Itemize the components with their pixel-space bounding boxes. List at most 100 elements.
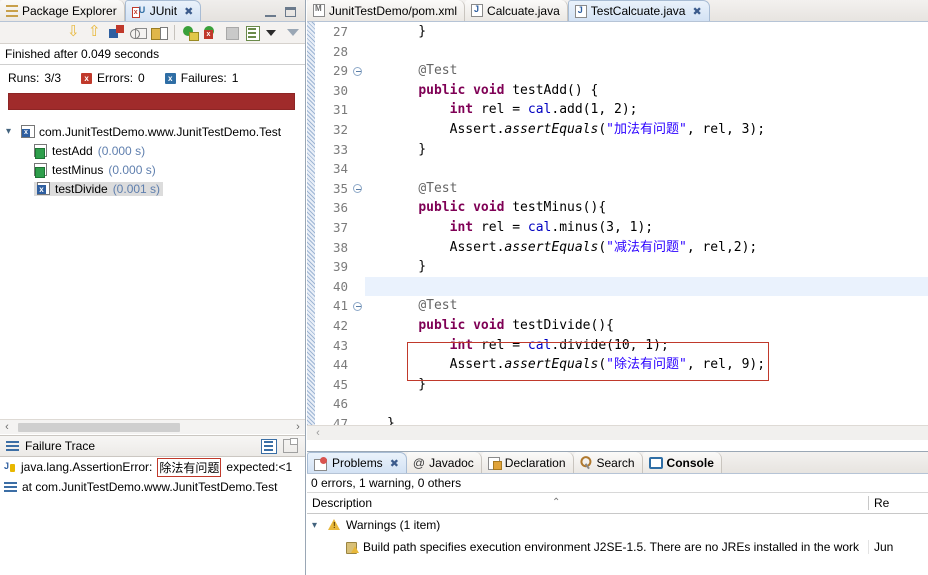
fold-collapse-icon[interactable]	[353, 184, 362, 194]
code-text[interactable]: } @Test public void testAdd() { int rel …	[365, 22, 928, 425]
tab-console[interactable]: Console	[642, 452, 722, 473]
code-line[interactable]: }	[365, 257, 928, 277]
code-line[interactable]: }	[365, 140, 928, 160]
arrow-up-icon[interactable]	[88, 22, 104, 41]
caret-down-icon[interactable]	[266, 29, 276, 36]
lock-icon[interactable]	[151, 25, 168, 41]
table-row[interactable]: ▾ Warnings (1 item)	[307, 514, 928, 536]
arrow-down-icon[interactable]	[67, 22, 83, 41]
caret-open-icon[interactable]	[287, 29, 299, 36]
code-token: testMinus(){	[512, 200, 607, 216]
tab-declaration[interactable]: Declaration	[481, 452, 574, 473]
code-token: (	[598, 121, 607, 137]
tab-javadoc[interactable]: @ Javadoc	[406, 452, 482, 473]
code-line[interactable]: int rel = cal.divide(10, 1);	[365, 336, 928, 356]
scroll-left-icon[interactable]: ‹	[307, 427, 329, 439]
code-line[interactable]: Assert.assertEquals("除法有问题", rel, 9);	[365, 355, 928, 375]
line-number: 30	[332, 82, 348, 98]
code-line[interactable]: public void testAdd() {	[365, 81, 928, 101]
filter-stack-icon[interactable]	[261, 438, 277, 454]
code-token: , rel,2);	[686, 239, 758, 255]
tree-item-label: testMinus	[52, 162, 104, 177]
close-icon[interactable]: ✖	[692, 5, 701, 18]
line-number: 44	[332, 357, 348, 373]
tab-label: Console	[666, 455, 714, 470]
column-header-description[interactable]: Description ⌃	[307, 496, 868, 510]
failure-trace-row[interactable]: at com.JunitTestDemo.www.JunitTestDemo.T…	[0, 477, 305, 497]
fold-marker	[353, 355, 365, 375]
code-line[interactable]: @Test	[365, 296, 928, 316]
rerun-failed-icon[interactable]	[203, 25, 219, 41]
stop-icon[interactable]	[224, 25, 240, 41]
code-line[interactable]	[365, 394, 928, 414]
code-token: @Test	[418, 298, 458, 314]
line-number: 33	[332, 141, 348, 157]
folding-ruler[interactable]	[353, 22, 365, 425]
tree-item-testAdd[interactable]: testAdd (0.000 s)	[0, 141, 305, 160]
tab-pom-xml[interactable]: JunitTestDemo/pom.xml	[307, 0, 466, 21]
column-header-resource[interactable]: Re	[868, 496, 928, 510]
tab-problems[interactable]: Problems ✖	[307, 452, 407, 473]
editor-hscrollbar[interactable]: ‹	[307, 425, 928, 440]
maximize-icon[interactable]	[285, 7, 296, 17]
editor-area: JunitTestDemo/pom.xml Calcuate.java Test…	[307, 0, 928, 575]
code-line[interactable]: public void testMinus(){	[365, 198, 928, 218]
chevron-down-icon[interactable]: ▾	[6, 126, 17, 137]
code-line[interactable]	[365, 42, 928, 62]
tab-calcuate-java[interactable]: Calcuate.java	[465, 0, 568, 21]
junit-tree-hscrollbar[interactable]: ‹ ›	[0, 419, 305, 434]
code-line[interactable]: @Test	[365, 61, 928, 81]
code-line[interactable]: }	[365, 414, 928, 425]
filter-stack-icon[interactable]	[130, 25, 147, 41]
history-icon[interactable]	[245, 25, 261, 41]
scroll-left-icon[interactable]: ‹	[0, 421, 14, 433]
code-line[interactable]: public void testDivide(){	[365, 316, 928, 336]
fold-marker[interactable]	[353, 296, 365, 316]
close-icon[interactable]: ✖	[184, 5, 193, 18]
code-token: testAdd() {	[512, 82, 599, 98]
tab-junit[interactable]: xU JUnit ✖	[124, 0, 202, 21]
code-line[interactable]	[365, 276, 928, 297]
fold-marker	[353, 238, 365, 258]
rerun-icon[interactable]	[182, 25, 199, 41]
tab-testcalcuate-java[interactable]: TestCalcuate.java ✖	[567, 0, 710, 21]
table-row[interactable]: Build path specifies execution environme…	[307, 536, 928, 558]
scroll-thumb[interactable]	[18, 422, 180, 432]
code-line[interactable]: }	[365, 22, 928, 42]
fold-marker	[353, 414, 365, 425]
minimize-icon[interactable]	[265, 8, 276, 17]
code-token: assertEquals	[504, 239, 599, 255]
tree-item-time: (0.000 s)	[97, 143, 146, 158]
failure-trace-row[interactable]: java.lang.AssertionError: 除法有问题 expected…	[0, 457, 305, 477]
code-line[interactable]: int rel = cal.add(1, 2);	[365, 100, 928, 120]
scroll-right-icon[interactable]: ›	[291, 421, 305, 433]
code-token: Assert.	[387, 239, 505, 255]
code-line[interactable]: }	[365, 375, 928, 395]
tree-item-testMinus[interactable]: testMinus (0.000 s)	[0, 160, 305, 179]
line-number: 40	[332, 278, 348, 294]
code-line[interactable]	[365, 159, 928, 179]
tab-package-explorer[interactable]: Package Explorer	[0, 0, 125, 21]
close-icon[interactable]: ✖	[390, 457, 399, 470]
test-pass-icon	[34, 144, 47, 159]
failure-trace-header: Failure Trace	[0, 435, 305, 457]
failures-filter-icon[interactable]	[109, 24, 125, 41]
chevron-down-icon[interactable]: ▾	[312, 520, 323, 531]
code-token: (	[598, 239, 607, 255]
tree-root-node[interactable]: ▾ com.JunitTestDemo.www.JunitTestDemo.Te…	[0, 122, 305, 141]
code-token: .minus(3, 1);	[551, 219, 654, 235]
fold-collapse-icon[interactable]	[353, 66, 362, 76]
fold-marker[interactable]	[353, 61, 365, 81]
fold-collapse-icon[interactable]	[353, 301, 362, 311]
code-line[interactable]: Assert.assertEquals("减法有问题", rel,2);	[365, 238, 928, 258]
tab-search[interactable]: Search	[573, 452, 643, 473]
code-line[interactable]: Assert.assertEquals("加法有问题", rel, 3);	[365, 120, 928, 140]
pin-icon[interactable]	[283, 438, 299, 454]
code-line[interactable]: @Test	[365, 179, 928, 199]
code-line[interactable]: int rel = cal.minus(3, 1);	[365, 218, 928, 238]
fold-marker[interactable]	[353, 179, 365, 199]
tree-item-testDivide[interactable]: testDivide (0.001 s)	[0, 179, 305, 198]
code-editor[interactable]: 27 28 29 30 31 32 33 34 35 36 37 38 39 40 41 42 43 44 45 46…	[307, 22, 928, 425]
errors-value: 0	[138, 71, 145, 85]
